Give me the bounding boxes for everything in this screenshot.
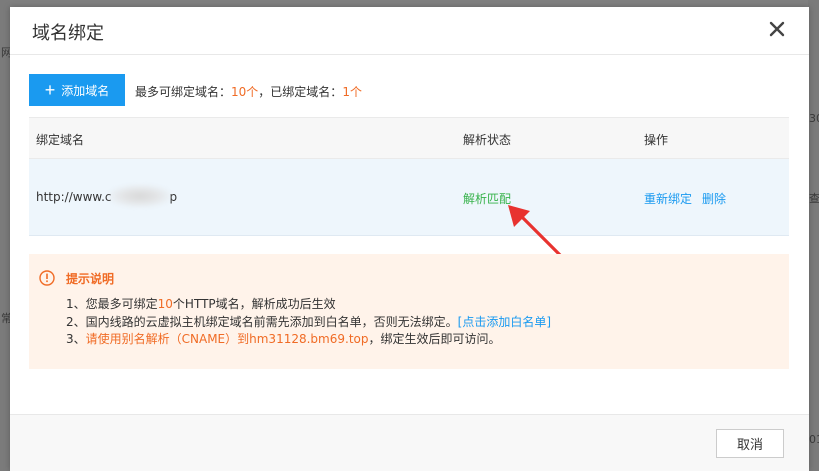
add-whitelist-link[interactable]: [点击添加白名单] — [458, 315, 551, 329]
redaction-blur — [109, 185, 171, 207]
cancel-button[interactable]: 取消 — [716, 429, 784, 458]
table-header: 绑定域名 解析状态 操作 — [29, 117, 789, 159]
rebind-link[interactable]: 重新绑定 — [644, 192, 692, 206]
background-text: 30 — [809, 112, 819, 125]
tip-text: ，绑定生效后即可访问。 — [368, 332, 501, 346]
background-text: 查 — [809, 192, 819, 205]
domain-limit-info: 最多可绑定域名：10个，已绑定域名：1个 — [135, 83, 362, 100]
tip-line-3: 3、请使用别名解析（CNAME）到hm31128.bm69.top，绑定生效后即… — [66, 330, 501, 347]
status-cell: 解析匹配 — [463, 192, 512, 206]
close-button[interactable] — [769, 21, 785, 37]
header-actions: 操作 — [644, 133, 669, 147]
tip-line-1: 1、您最多可绑定10个HTTP域名，解析成功后生效 — [66, 295, 336, 312]
tip-line-2: 2、国内线路的云虚拟主机绑定域名前需先添加到白名单，否则无法绑定。[点击添加白名… — [66, 313, 551, 330]
bound-value: 1个 — [342, 85, 362, 99]
actions-cell: 重新绑定 删除 — [644, 190, 726, 207]
add-domain-label: 添加域名 — [61, 83, 110, 98]
add-domain-button[interactable]: + 添加域名 — [29, 74, 125, 106]
domain-text: http://www.c — [36, 190, 112, 204]
domain-binding-dialog: 域名绑定 + 添加域名 最多可绑定域名：10个，已绑定域名：1个 绑定域名 解析… — [10, 7, 809, 471]
tips-title: 提示说明 — [66, 272, 115, 286]
domain-table: 绑定域名 解析状态 操作 http://www.c p 解析匹配 重新绑定 删除 — [29, 117, 789, 236]
dialog-footer: 取消 — [10, 414, 809, 471]
header-domain: 绑定域名 — [36, 133, 85, 147]
limit-prefix: 最多可绑定域名： — [135, 85, 232, 99]
bound-prefix: ，已绑定域名： — [258, 85, 343, 99]
table-row: http://www.c p 解析匹配 重新绑定 删除 — [29, 159, 789, 236]
warning-icon — [39, 270, 55, 286]
plus-icon: + — [44, 80, 56, 100]
tip-text: 2、国内线路的云虚拟主机绑定域名前需先添加到白名单，否则无法绑定。 — [66, 315, 458, 329]
tip-text: 3、 — [66, 332, 86, 346]
tip-text: 个HTTP域名，解析成功后生效 — [172, 297, 336, 311]
tips-box: 提示说明 1、您最多可绑定10个HTTP域名，解析成功后生效 2、国内线路的云虚… — [29, 254, 789, 369]
background-text: 01 — [809, 433, 819, 446]
header-status: 解析状态 — [463, 133, 512, 147]
dialog-header: 域名绑定 — [10, 7, 809, 55]
tip-highlight: 10 — [157, 297, 173, 311]
delete-link[interactable]: 删除 — [702, 192, 726, 206]
dialog-title: 域名绑定 — [32, 23, 104, 44]
close-icon — [769, 21, 785, 37]
background-left-strip — [0, 0, 10, 471]
tip-text: 1、您最多可绑定 — [66, 297, 158, 311]
limit-value: 10个 — [231, 85, 259, 99]
background-right-strip: 30 查 01 — [808, 0, 819, 471]
tip-highlight: 请使用别名解析（CNAME）到hm31128.bm69.top — [85, 332, 369, 346]
